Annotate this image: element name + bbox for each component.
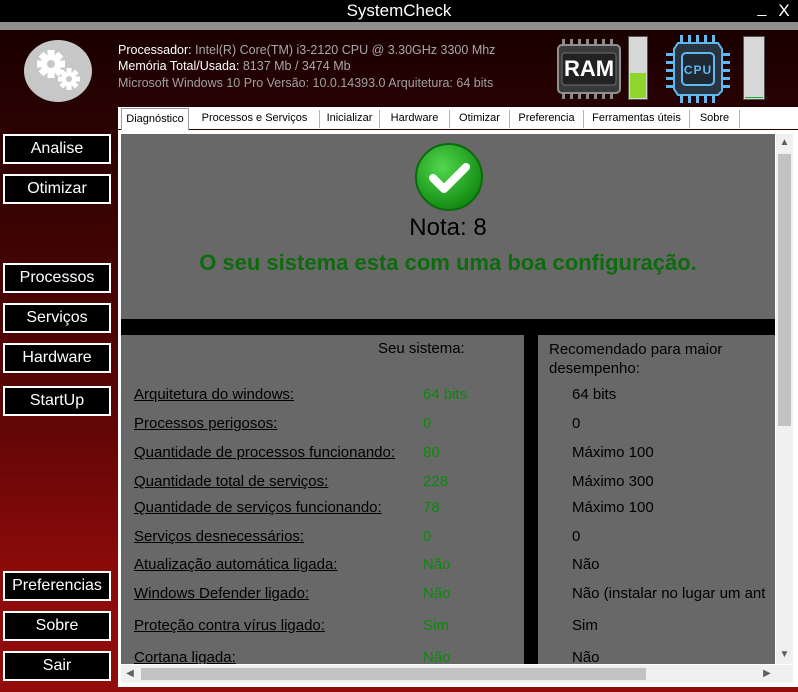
ram-usage-meter (628, 36, 648, 100)
scroll-down-icon[interactable]: ▼ (776, 648, 793, 662)
gear-icon (24, 40, 92, 102)
row-value-servicos-funcionando: 78 (423, 499, 440, 516)
row-rec-processos-funcionando: Máximo 100 (572, 444, 654, 461)
row-label-processos-funcionando[interactable]: Quantidade de processos funcionando: (134, 444, 395, 461)
row-rec-cortana: Não (572, 649, 600, 664)
processor-value: Intel(R) Core(TM) i3-2120 CPU @ 3.30GHz … (195, 43, 496, 57)
startup-button[interactable]: StartUp (3, 386, 111, 416)
row-label-cortana[interactable]: Cortana ligada: (134, 649, 236, 664)
row-value-windows-defender: Não (423, 585, 451, 602)
memory-value: 8137 Mb / 3474 Mb (242, 59, 351, 73)
analise-button[interactable]: Analise (3, 134, 111, 164)
row-label-windows-defender[interactable]: Windows Defender ligado: (134, 585, 309, 602)
row-label-atualizacao-automatica[interactable]: Atualização automática ligada: (134, 556, 337, 573)
grade-text: Nota: 8 (409, 214, 487, 241)
row-rec-windows-defender: Não (instalar no lugar um ant (572, 585, 766, 602)
sobre-button[interactable]: Sobre (3, 611, 111, 641)
row-label-protecao-virus[interactable]: Proteção contra vírus ligado: (134, 617, 325, 634)
row-value-servicos-desnecessarios: 0 (423, 528, 432, 545)
divider-bar (121, 319, 775, 335)
processos-button[interactable]: Processos (3, 263, 111, 293)
row-value-protecao-virus: Sim (423, 617, 449, 634)
tab-preferencia[interactable]: Preferencia (510, 110, 584, 128)
cpu-icon: CPU (666, 35, 730, 103)
window-title: SystemCheck (346, 1, 452, 20)
horizontal-scroll-thumb[interactable] (141, 668, 646, 680)
title-strip (0, 22, 798, 30)
os-info: Microsoft Windows 10 Pro Versão: 10.0.14… (118, 76, 494, 90)
tab-inicializar[interactable]: Inicializar (320, 110, 380, 128)
diagnostic-view: Nota: 8 O seu sistema esta com uma boa c… (121, 134, 775, 664)
horizontal-scrollbar[interactable]: ◀ ▶ (121, 665, 776, 683)
ram-label: RAM (563, 56, 615, 81)
row-value-processos-funcionando: 80 (423, 444, 440, 461)
otimizar-button[interactable]: Otimizar (3, 174, 111, 204)
preferencias-button[interactable]: Preferencias (3, 571, 111, 601)
row-label-processos-perigosos[interactable]: Processos perigosos: (134, 415, 277, 432)
memory-label: Memória Total/Usada: (118, 59, 240, 73)
column-header-recommended: Recomendado para maior desempenho: (549, 341, 723, 377)
processor-label: Processador: (118, 43, 192, 57)
check-icon (413, 141, 485, 213)
processor-info: Processador: Intel(R) Core(TM) i3-2120 C… (118, 43, 495, 57)
row-value-processos-perigosos: 0 (423, 415, 432, 432)
status-message: O seu sistema esta com uma boa configura… (199, 250, 697, 275)
cpu-label: CPU (683, 63, 713, 77)
sair-button[interactable]: Sair (3, 651, 111, 681)
minimize-button[interactable]: _ (754, 0, 770, 22)
tab-sobre[interactable]: Sobre (690, 110, 740, 128)
row-value-cortana: Não (423, 649, 451, 664)
scroll-up-icon[interactable]: ▲ (776, 136, 793, 150)
title-bar: SystemCheck _ X (0, 0, 798, 22)
servicos-button[interactable]: Serviços (3, 303, 111, 333)
scrollbar-corner (776, 665, 793, 683)
scroll-left-icon[interactable]: ◀ (123, 667, 137, 681)
row-rec-processos-perigosos: 0 (572, 415, 581, 432)
vertical-scrollbar[interactable]: ▲ ▼ (776, 134, 793, 664)
tab-diagnostico[interactable]: Diagnóstico (121, 108, 189, 130)
row-rec-arquitetura: 64 bits (572, 386, 617, 403)
memory-info: Memória Total/Usada: 8137 Mb / 3474 Mb (118, 59, 351, 73)
ram-usage-fill (630, 73, 646, 98)
row-value-total-servicos: 228 (423, 473, 449, 490)
tab-processos-e-servicos[interactable]: Processos e Serviços (190, 110, 320, 128)
row-rec-protecao-virus: Sim (572, 617, 598, 634)
tab-ferramentas-uteis[interactable]: Ferramentas úteis (584, 110, 690, 128)
tab-otimizar[interactable]: Otimizar (450, 110, 510, 128)
row-rec-atualizacao-automatica: Não (572, 556, 600, 573)
row-label-servicos-funcionando[interactable]: Quantidade de serviços funcionando: (134, 499, 382, 516)
row-value-atualizacao-automatica: Não (423, 556, 451, 573)
row-rec-servicos-funcionando: Máximo 100 (572, 499, 654, 516)
column-separator (524, 335, 538, 664)
row-label-arquitetura[interactable]: Arquitetura do windows: (134, 386, 294, 403)
tab-hardware[interactable]: Hardware (380, 110, 450, 128)
row-label-total-servicos[interactable]: Quantidade total de serviços: (134, 473, 328, 490)
vertical-scroll-thumb[interactable] (778, 154, 791, 426)
row-label-servicos-desnecessarios[interactable]: Serviços desnecessários: (134, 528, 304, 545)
hardware-button[interactable]: Hardware (3, 343, 111, 373)
column-header-yours: Seu sistema: (378, 340, 465, 357)
cpu-usage-fill (745, 96, 763, 98)
ram-icon: RAM (556, 39, 622, 99)
scroll-right-icon[interactable]: ▶ (760, 667, 774, 681)
close-button[interactable]: X (774, 0, 794, 22)
row-rec-total-servicos: Máximo 300 (572, 473, 654, 490)
cpu-usage-meter (743, 36, 765, 100)
row-rec-servicos-desnecessarios: 0 (572, 528, 581, 545)
row-value-arquitetura: 64 bits (423, 386, 468, 403)
